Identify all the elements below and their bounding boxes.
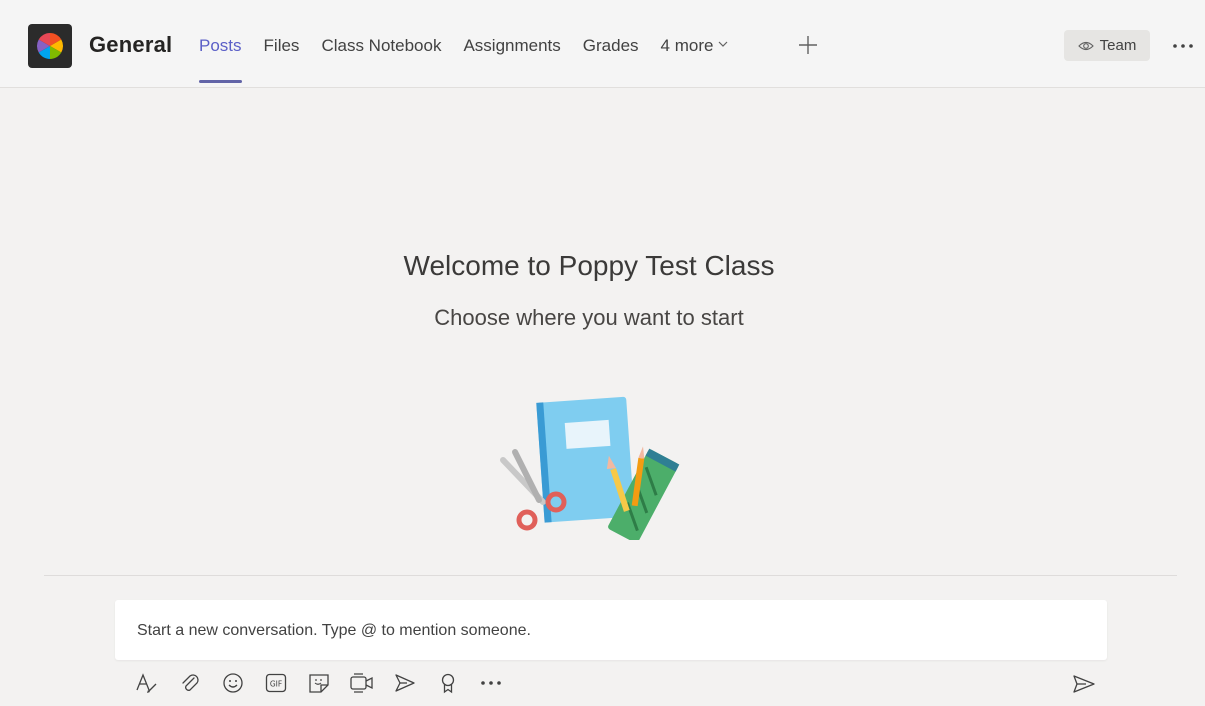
- attach-button[interactable]: [176, 669, 204, 697]
- color-wheel-icon: [37, 33, 63, 59]
- send-button[interactable]: [1070, 671, 1098, 697]
- emoji-button[interactable]: [219, 669, 247, 697]
- more-options-icon: [481, 681, 501, 685]
- gif-button[interactable]: GIF: [262, 669, 290, 697]
- channel-header: General Posts Files Class Notebook Assig…: [0, 0, 1205, 88]
- svg-text:GIF: GIF: [270, 680, 282, 689]
- plus-icon: [799, 36, 817, 54]
- more-tabs-dropdown[interactable]: 4 more: [661, 36, 730, 83]
- team-button[interactable]: Team: [1064, 30, 1150, 61]
- add-tab-button[interactable]: [797, 34, 819, 56]
- more-tabs-label: 4 more: [660, 36, 714, 55]
- more-options-button[interactable]: [477, 669, 505, 697]
- eye-icon: [1077, 41, 1094, 50]
- compose-toolbar: GIF: [133, 669, 520, 697]
- welcome-title: Welcome to Poppy Test Class: [403, 250, 775, 281]
- divider: [44, 575, 1177, 576]
- team-button-label: Team: [1099, 37, 1137, 54]
- attach-icon: [182, 674, 199, 691]
- gif-icon: GIF: [265, 673, 287, 693]
- meet-now-button[interactable]: [348, 669, 376, 697]
- tab-assignments[interactable]: Assignments: [463, 36, 560, 83]
- meet-now-icon: [350, 673, 373, 693]
- stream-button[interactable]: [391, 669, 419, 697]
- tab-files[interactable]: Files: [264, 36, 300, 83]
- format-button[interactable]: [133, 669, 161, 697]
- format-icon: [136, 673, 157, 693]
- sticker-button[interactable]: [305, 669, 333, 697]
- ellipsis-icon: [1173, 44, 1193, 48]
- welcome-subtitle: Choose where you want to start: [434, 305, 744, 330]
- chevron-down-icon: [719, 41, 728, 47]
- emoji-icon: [223, 673, 243, 693]
- team-avatar[interactable]: [28, 24, 72, 68]
- sticker-icon: [309, 674, 329, 693]
- tab-bar: Posts Files Class Notebook Assignments G…: [199, 36, 751, 88]
- praise-button[interactable]: [434, 669, 462, 697]
- class-supplies-illustration: [495, 390, 685, 543]
- more-options-button[interactable]: [1170, 36, 1196, 56]
- tab-grades[interactable]: Grades: [583, 36, 639, 83]
- send-icon: [1073, 675, 1095, 693]
- compose-box[interactable]: [115, 600, 1107, 660]
- stream-icon: [395, 674, 415, 692]
- channel-name: General: [89, 32, 173, 57]
- tab-class-notebook[interactable]: Class Notebook: [321, 36, 441, 83]
- new-conversation-input[interactable]: [137, 620, 1077, 642]
- tab-posts[interactable]: Posts: [199, 36, 242, 83]
- praise-icon: [441, 673, 455, 694]
